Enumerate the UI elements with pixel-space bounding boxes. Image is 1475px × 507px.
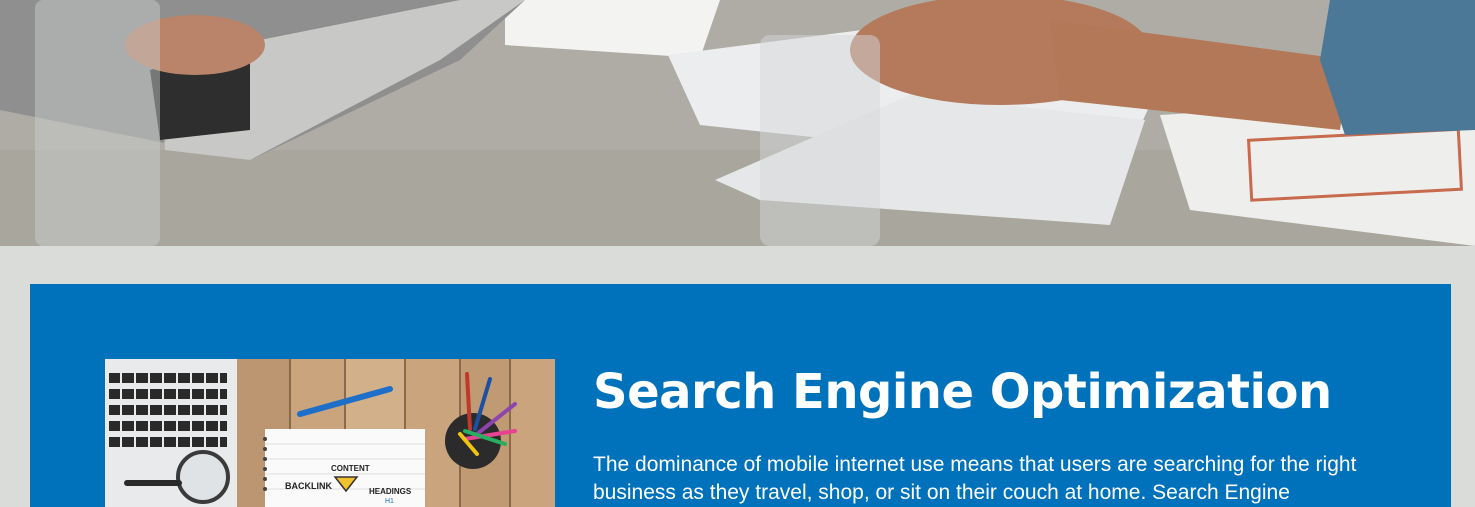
- section-body: The dominance of mobile internet use mea…: [593, 453, 1357, 504]
- notebook-label-content: CONTENT: [331, 464, 370, 473]
- meeting-table-photo-icon: [0, 0, 1475, 246]
- seo-notebook-desk-photo-icon: CONTENT BACKLINK HEADINGS H1: [105, 359, 555, 507]
- seo-image: CONTENT BACKLINK HEADINGS H1: [105, 359, 555, 507]
- notebook-label-h1: H1: [385, 498, 394, 505]
- notebook-label-backlink: BACKLINK: [285, 481, 332, 491]
- hero-photo: [0, 0, 1475, 246]
- section-title: Search Engine Optimization: [593, 364, 1332, 420]
- notebook-label-headings: HEADINGS: [369, 487, 412, 496]
- seo-section: CONTENT BACKLINK HEADINGS H1 Search Engi…: [30, 284, 1451, 507]
